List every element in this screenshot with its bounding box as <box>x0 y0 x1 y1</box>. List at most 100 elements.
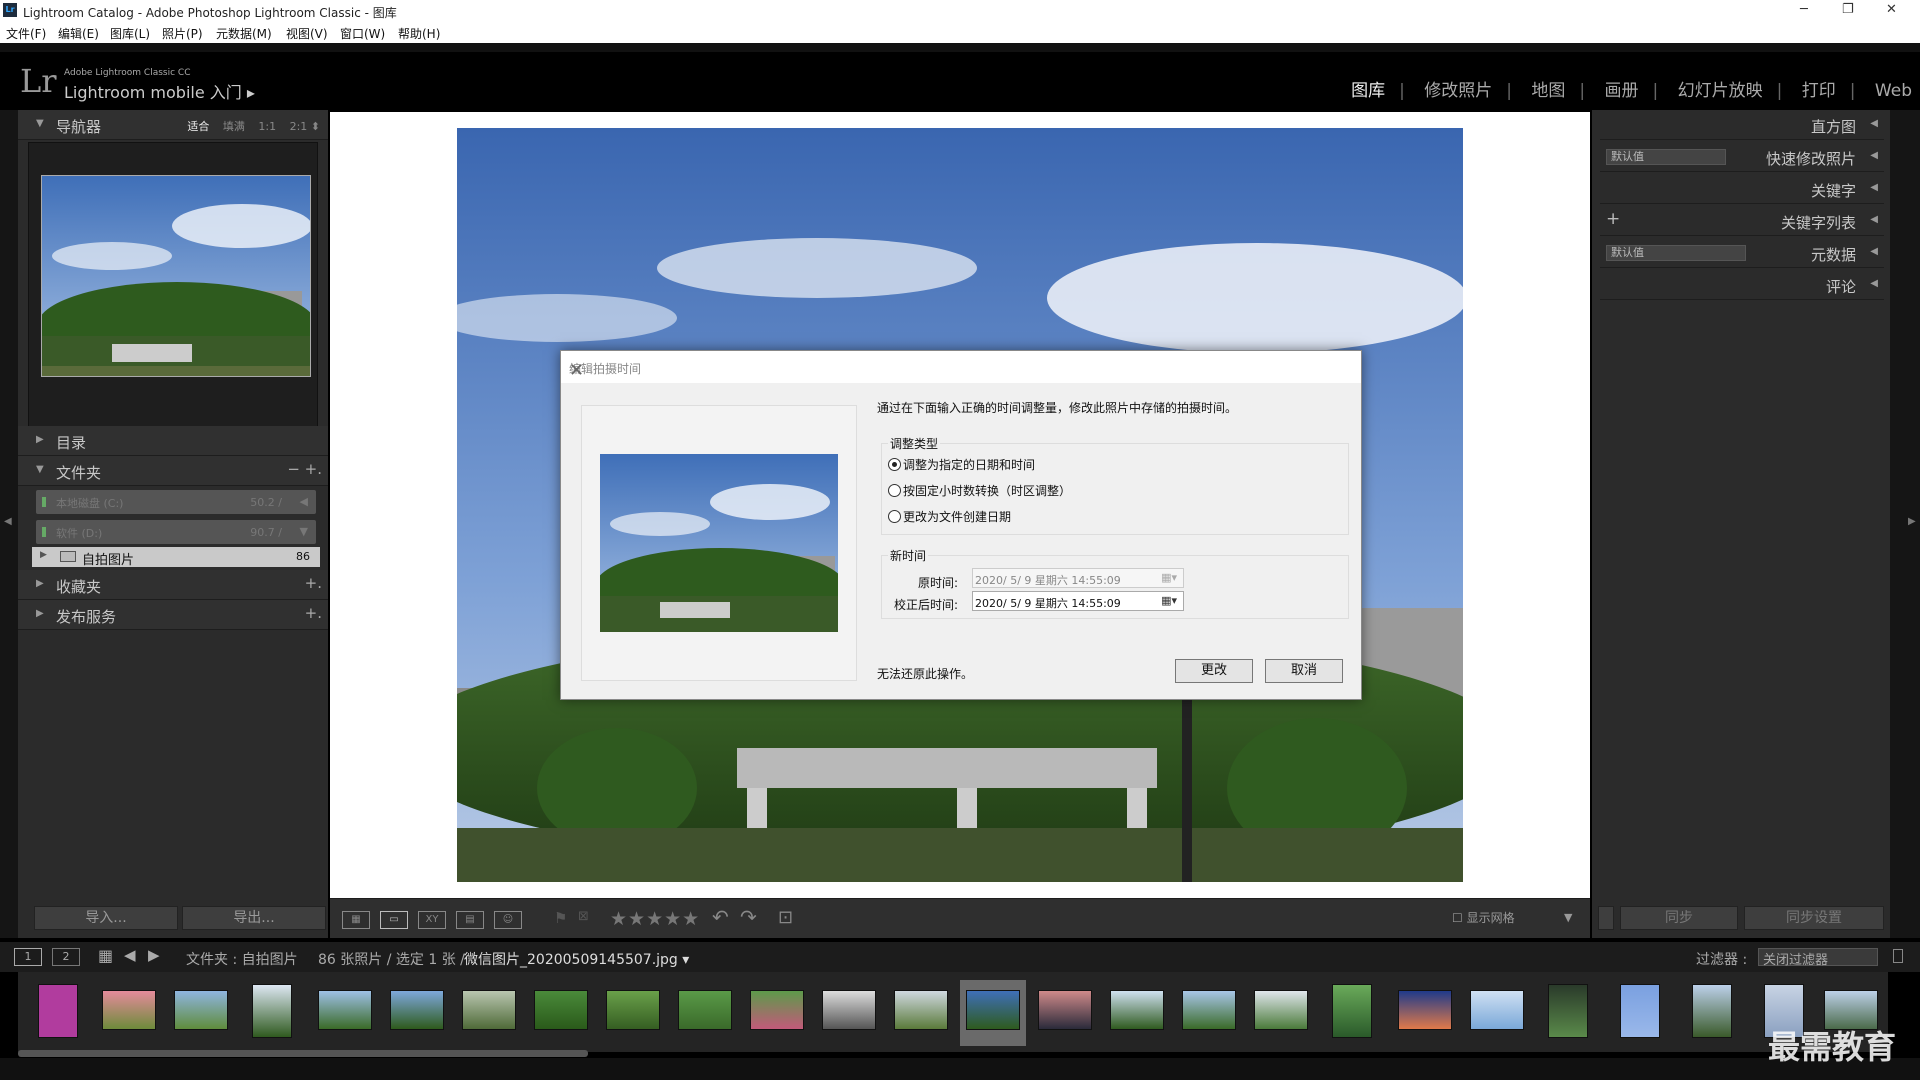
catalog-header[interactable]: ▶ 目录 <box>18 426 328 456</box>
keyword-list-header[interactable]: + 关键字列表 ◀ <box>1600 206 1884 236</box>
zoom-fit[interactable]: 适合 <box>187 120 209 133</box>
close-window-icon[interactable]: ✕ <box>1886 2 1897 17</box>
grid-view-icon[interactable]: ▦ <box>342 911 370 929</box>
filmstrip-thumb[interactable] <box>96 980 162 1046</box>
metadata-preset[interactable]: 默认值 <box>1606 245 1746 261</box>
flag-icon[interactable]: ⚑ <box>554 909 567 927</box>
histogram-header[interactable]: 直方图 ◀ <box>1600 110 1884 140</box>
menu-window[interactable]: 窗口(W) <box>340 25 385 42</box>
filmstrip-thumb[interactable] <box>1104 980 1170 1046</box>
filmstrip-thumb[interactable] <box>384 980 450 1046</box>
filmstrip-thumb[interactable] <box>528 980 594 1046</box>
filmstrip-filename[interactable]: 微信图片_20200509145507.jpg ▾ <box>464 949 689 969</box>
module-map[interactable]: 地图 <box>1531 81 1565 101</box>
cancel-button[interactable]: 取消 <box>1265 659 1343 683</box>
filmstrip-thumb-selected[interactable] <box>960 980 1026 1046</box>
filmstrip-scrollbar[interactable] <box>18 1050 588 1057</box>
top-panel-toggle[interactable] <box>0 43 1920 52</box>
folders-add-button[interactable]: +. <box>305 460 322 478</box>
loupe-view-icon[interactable]: ▭ <box>380 911 408 929</box>
right-panel-toggle[interactable]: ▶ <box>1890 110 1920 938</box>
module-library[interactable]: 图库 <box>1351 81 1385 101</box>
module-book[interactable]: 画册 <box>1605 81 1639 101</box>
zoom-1-1[interactable]: 1:1 <box>258 120 276 133</box>
radio-timezone-shift[interactable]: 按固定小时数转换（时区调整） <box>888 482 1071 499</box>
menu-view[interactable]: 视图(V) <box>286 25 328 42</box>
show-grid-toggle[interactable]: ☐ 显示网格 <box>1452 909 1515 926</box>
crop-icon[interactable]: ⊡ <box>778 907 793 928</box>
menu-help[interactable]: 帮助(H) <box>398 25 440 42</box>
volume-c[interactable]: 本地磁盘 (C:) 50.2 /◀ <box>36 490 316 514</box>
rotate-right-icon[interactable]: ↷ <box>740 905 757 929</box>
filmstrip-thumb[interactable] <box>1608 980 1674 1046</box>
keyword-add-button[interactable]: + <box>1606 209 1620 229</box>
filmstrip-thumb[interactable] <box>1392 980 1458 1046</box>
filmstrip-thumb[interactable] <box>1032 980 1098 1046</box>
window-1-button[interactable]: 1 <box>14 948 42 966</box>
filmstrip-thumb[interactable] <box>1680 980 1746 1046</box>
comments-header[interactable]: 评论 ◀ <box>1600 270 1884 300</box>
filmstrip-thumb[interactable] <box>26 980 92 1046</box>
calendar-dropdown-icon[interactable]: ▦▾ <box>1161 594 1177 607</box>
dialog-close-icon[interactable]: ✕ <box>569 360 1349 381</box>
survey-view-icon[interactable]: ▤ <box>456 911 484 929</box>
grid-icon[interactable]: ▦ <box>98 946 113 965</box>
sync-button[interactable]: 同步 <box>1620 906 1738 930</box>
module-print[interactable]: 打印 <box>1802 81 1836 101</box>
filmstrip-thumb[interactable] <box>816 980 882 1046</box>
compare-view-icon[interactable]: XY <box>418 911 446 929</box>
radio-specified-datetime[interactable]: 调整为指定的日期和时间 <box>888 456 1035 473</box>
filmstrip-thumb[interactable] <box>168 980 234 1046</box>
toolbar-menu-icon[interactable]: ▼ <box>1564 911 1572 924</box>
filmstrip-path[interactable]: 文件夹 : 自拍图片 <box>186 949 298 969</box>
module-slideshow[interactable]: 幻灯片放映 <box>1678 81 1763 101</box>
sync-settings-button[interactable]: 同步设置 <box>1744 906 1884 930</box>
minimize-icon[interactable]: ─ <box>1800 2 1808 17</box>
folders-minus-button[interactable]: − <box>287 460 300 478</box>
filmstrip-thumb[interactable] <box>672 980 738 1046</box>
publish-header[interactable]: ▶ 发布服务 +. <box>18 600 328 630</box>
restore-icon[interactable]: ❐ <box>1842 2 1854 17</box>
filmstrip-thumb[interactable] <box>1248 980 1314 1046</box>
metadata-header[interactable]: 默认值 元数据 ◀ <box>1600 238 1884 268</box>
folder-selfies[interactable]: ▶ 自拍图片 86 <box>32 547 320 568</box>
filter-lock-icon[interactable] <box>1893 949 1903 963</box>
bottom-panel-toggle[interactable] <box>0 1058 1920 1080</box>
corrected-time-field[interactable]: 2020/ 5/ 9 星期六 14:55:09 ▦▾ <box>972 591 1184 611</box>
filmstrip-thumb[interactable] <box>1536 980 1602 1046</box>
menu-photo[interactable]: 照片(P) <box>162 25 203 42</box>
menu-edit[interactable]: 编辑(E) <box>58 25 99 42</box>
brand-main[interactable]: Lightroom mobile 入门 ▸ <box>64 79 255 103</box>
filmstrip-thumb[interactable] <box>1320 980 1386 1046</box>
filmstrip-thumb[interactable] <box>744 980 810 1046</box>
rotate-left-icon[interactable]: ↶ <box>712 905 729 929</box>
quick-develop-preset[interactable]: 默认值 <box>1606 149 1726 165</box>
keywording-header[interactable]: 关键字 ◀ <box>1600 174 1884 204</box>
zoom-2-1[interactable]: 2:1 <box>290 120 308 133</box>
module-develop[interactable]: 修改照片 <box>1424 81 1492 101</box>
module-web[interactable]: Web <box>1875 81 1912 101</box>
menu-library[interactable]: 图库(L) <box>110 25 150 42</box>
change-button[interactable]: 更改 <box>1175 659 1253 683</box>
filmstrip-thumb[interactable] <box>888 980 954 1046</box>
filmstrip-thumb[interactable] <box>600 980 666 1046</box>
import-button[interactable]: 导入... <box>34 906 178 930</box>
export-button[interactable]: 导出... <box>182 906 326 930</box>
left-panel-toggle[interactable]: ◀ <box>0 110 18 938</box>
filmstrip-thumb[interactable] <box>312 980 378 1046</box>
sync-toggle[interactable] <box>1598 906 1614 930</box>
filmstrip-thumb[interactable] <box>1176 980 1242 1046</box>
navigator-preview[interactable] <box>28 142 318 434</box>
forward-arrow-icon[interactable]: ▶ <box>148 946 160 964</box>
filmstrip-thumb[interactable] <box>240 980 306 1046</box>
collections-header[interactable]: ▶ 收藏夹 +. <box>18 570 328 600</box>
filmstrip-thumb[interactable] <box>456 980 522 1046</box>
zoom-fill[interactable]: 填满 <box>223 120 245 133</box>
navigator-header[interactable]: ▼ 导航器 适合 填满 1:1 2:1 ⬍ <box>18 110 328 140</box>
back-arrow-icon[interactable]: ◀ <box>124 946 136 964</box>
volume-d[interactable]: 软件 (D:) 90.7 /▼ <box>36 520 316 544</box>
quick-develop-header[interactable]: 默认值 快速修改照片 ◀ <box>1600 142 1884 172</box>
reject-flag-icon[interactable]: ⊠ <box>578 909 589 924</box>
menu-file[interactable]: 文件(F) <box>6 25 46 42</box>
people-view-icon[interactable]: ☺ <box>494 911 522 929</box>
